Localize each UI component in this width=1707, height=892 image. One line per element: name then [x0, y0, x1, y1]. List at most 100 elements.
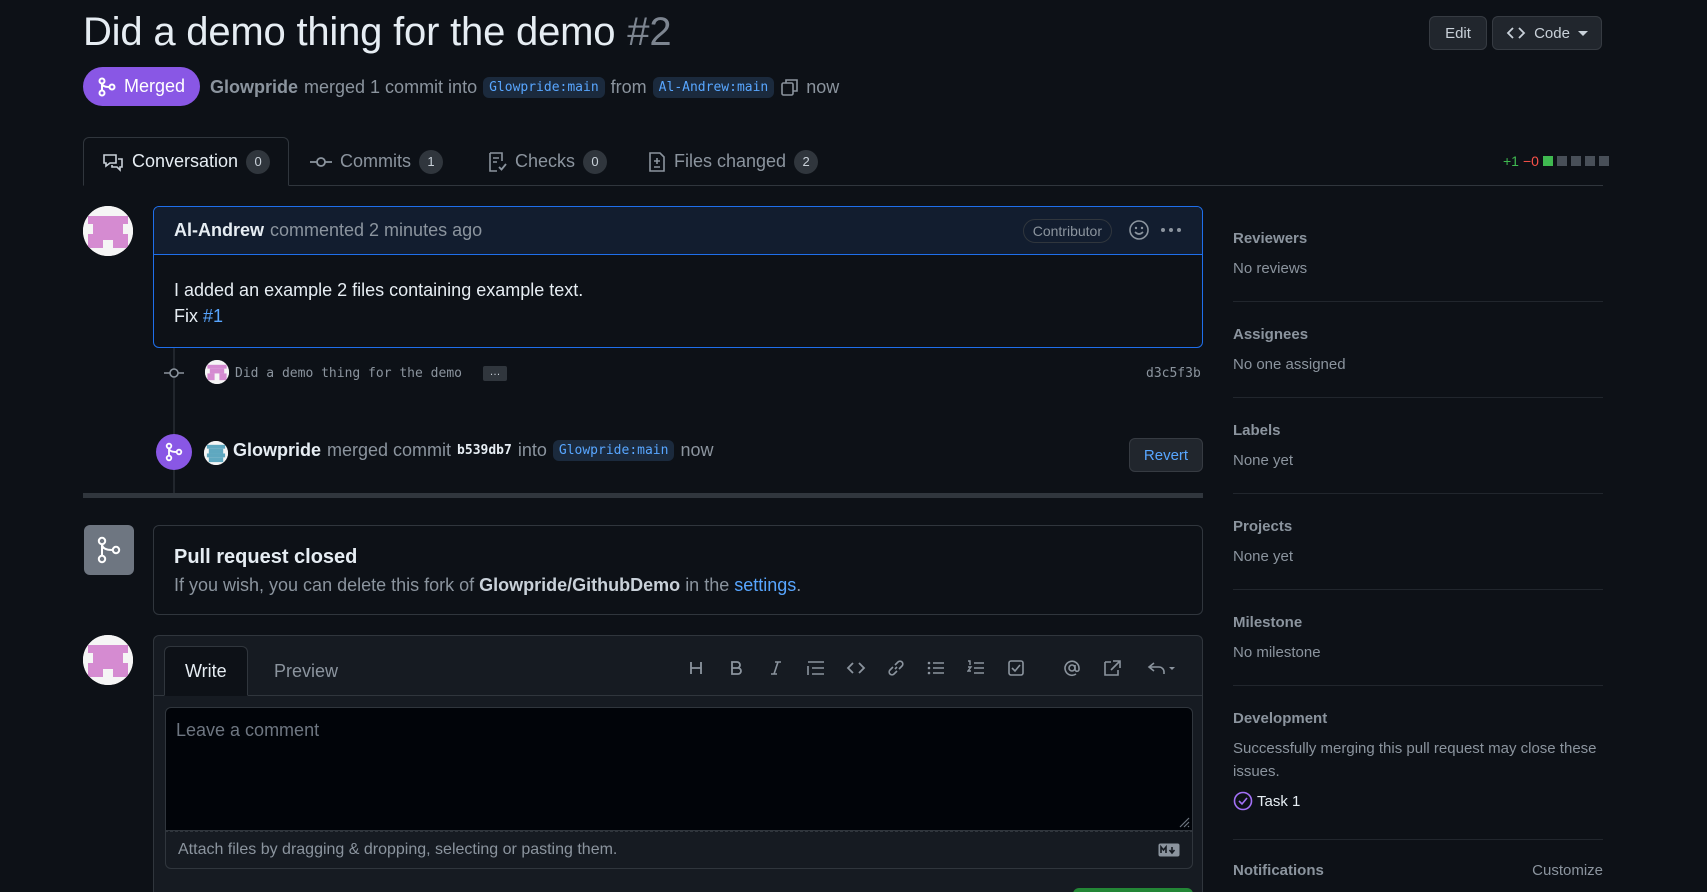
closed-pr-icon	[84, 525, 134, 575]
customize-link[interactable]: Customize	[1532, 862, 1603, 879]
code-label: Code	[1534, 24, 1570, 42]
issue-closed-icon	[1233, 791, 1253, 811]
heading-icon[interactable]	[676, 652, 716, 684]
link-icon[interactable]	[876, 652, 916, 684]
issue-title: Task 1	[1257, 792, 1301, 810]
markdown-icon[interactable]	[1158, 843, 1180, 857]
sidebar-value: No milestone	[1233, 644, 1321, 661]
merge-icon	[165, 442, 183, 462]
contributor-badge: Contributor	[1022, 219, 1112, 243]
timeline-separator	[83, 493, 1203, 498]
unordered-list-icon[interactable]	[916, 652, 956, 684]
sidebar-heading: Development	[1233, 710, 1328, 727]
commit-message[interactable]: Did a demo thing for the demo	[235, 366, 462, 381]
commit-expand-button[interactable]: …	[483, 366, 507, 381]
closed-end: .	[796, 575, 802, 595]
sidebar-value: None yet	[1233, 452, 1294, 469]
avatar[interactable]	[205, 360, 229, 384]
quote-icon[interactable]	[796, 652, 836, 684]
commit-icon	[164, 368, 184, 378]
avatar[interactable]	[83, 635, 133, 685]
sidebar-projects[interactable]: Projects None yet	[1233, 518, 1603, 590]
attach-text: Attach files by dragging & dropping, sel…	[178, 841, 618, 858]
issue-link[interactable]: #1	[203, 306, 223, 326]
sidebar-heading: Assignees	[1233, 326, 1309, 343]
tab-counter: 0	[246, 149, 271, 174]
saved-replies-icon[interactable]	[1140, 652, 1184, 684]
code-button[interactable]: Code	[1492, 16, 1602, 50]
sidebar-value: None yet	[1233, 548, 1294, 565]
tab-counter: 0	[583, 149, 608, 174]
code-icon[interactable]	[836, 652, 876, 684]
kebab-menu-icon[interactable]	[1160, 227, 1182, 233]
edit-button[interactable]: Edit	[1429, 16, 1487, 50]
sidebar-labels[interactable]: Labels None yet	[1233, 422, 1603, 494]
sidebar-heading: Notifications	[1233, 862, 1324, 879]
bold-icon[interactable]	[716, 652, 756, 684]
base-branch[interactable]: Glowpride:main	[483, 76, 605, 98]
sidebar-reviewers[interactable]: Reviewers No reviews	[1233, 230, 1603, 302]
tab-files-changed[interactable]: Files changed 2	[648, 137, 819, 186]
sidebar-assignees[interactable]: Assignees No one assigned	[1233, 326, 1603, 398]
reference-icon[interactable]	[1092, 652, 1132, 684]
tab-label: Commits	[340, 151, 411, 171]
head-branch[interactable]: Al-Andrew:main	[652, 76, 775, 98]
mention-icon[interactable]	[1052, 652, 1092, 684]
avatar[interactable]	[83, 206, 133, 256]
merge-event: Glowpride merged commit b539db7 into Glo…	[233, 440, 713, 461]
tab-commits[interactable]: Commits 1	[310, 137, 443, 186]
sidebar-value: Successfully merging this pull request m…	[1233, 740, 1597, 780]
revert-button[interactable]: Revert	[1129, 438, 1203, 472]
comment-textarea[interactable]: Leave a comment	[165, 707, 1193, 831]
pr-title: Did a demo thing for the demo #2	[83, 10, 672, 55]
diffstat[interactable]: +1 −0	[1503, 153, 1609, 169]
checklist-icon	[489, 151, 507, 172]
smiley-icon[interactable]	[1128, 219, 1150, 241]
sidebar-development[interactable]: Development Successfully merging this pu…	[1233, 710, 1603, 840]
merger-name[interactable]: Glowpride	[210, 77, 298, 98]
tab-conversation[interactable]: Conversation 0	[83, 137, 290, 186]
settings-link[interactable]: settings	[734, 575, 796, 595]
preview-tab[interactable]: Preview	[254, 646, 358, 696]
resize-handle-icon[interactable]	[1176, 814, 1190, 828]
italic-icon[interactable]	[756, 652, 796, 684]
tab-counter: 2	[794, 149, 819, 174]
ordered-list-icon[interactable]	[956, 652, 996, 684]
sidebar-heading: Projects	[1233, 518, 1293, 535]
tab-checks[interactable]: Checks 0	[487, 137, 608, 186]
comment-box: Al-Andrew commented 2 minutes ago Contri…	[153, 206, 1203, 348]
comment-editor: Write Preview Leave a comment Attach fil…	[153, 635, 1203, 892]
sidebar-value: No one assigned	[1233, 356, 1346, 373]
fix-prefix: Fix	[174, 306, 198, 326]
conversation-icon	[103, 153, 123, 172]
linked-issue[interactable]: Task 1	[1233, 791, 1603, 811]
status-badge: Merged	[83, 67, 200, 106]
tab-label: Files changed	[674, 151, 787, 171]
closed-heading: Pull request closed	[174, 546, 358, 568]
attach-files-area[interactable]: Attach files by dragging & dropping, sel…	[165, 831, 1193, 869]
write-tab[interactable]: Write	[164, 646, 248, 696]
task-list-icon[interactable]	[996, 652, 1036, 684]
revert-label: Revert	[1143, 446, 1189, 464]
closed-box: Pull request closed If you wish, you can…	[153, 525, 1203, 615]
commit-sha[interactable]: d3c5f3b	[1146, 366, 1201, 381]
comment-text: I added an example 2 files containing ex…	[174, 280, 584, 300]
merge-text: merged commit	[327, 440, 452, 460]
merge-sha[interactable]: b539db7	[457, 443, 512, 458]
comment-submit-button[interactable]	[1073, 888, 1193, 892]
comment-action: commented 2 minutes ago	[270, 220, 483, 240]
avatar[interactable]	[204, 441, 228, 465]
sidebar-milestone[interactable]: Milestone No milestone	[1233, 614, 1603, 686]
closed-text: If you wish, you can delete this fork of…	[174, 575, 1182, 596]
comment-placeholder: Leave a comment	[176, 720, 320, 740]
comment-author[interactable]: Al-Andrew	[174, 220, 264, 241]
sidebar-heading: Reviewers	[1233, 230, 1308, 247]
merge-icon	[97, 536, 121, 564]
comment-fix-line: Fix #1	[174, 303, 1182, 329]
comment-header: Al-Andrew commented 2 minutes ago Contri…	[154, 207, 1202, 255]
copy-icon[interactable]	[780, 77, 800, 97]
merge-branch[interactable]: Glowpride:main	[552, 440, 675, 461]
diffstat-block	[1556, 156, 1567, 166]
pr-number: #2	[627, 10, 672, 54]
merge-actor[interactable]: Glowpride	[233, 440, 321, 461]
